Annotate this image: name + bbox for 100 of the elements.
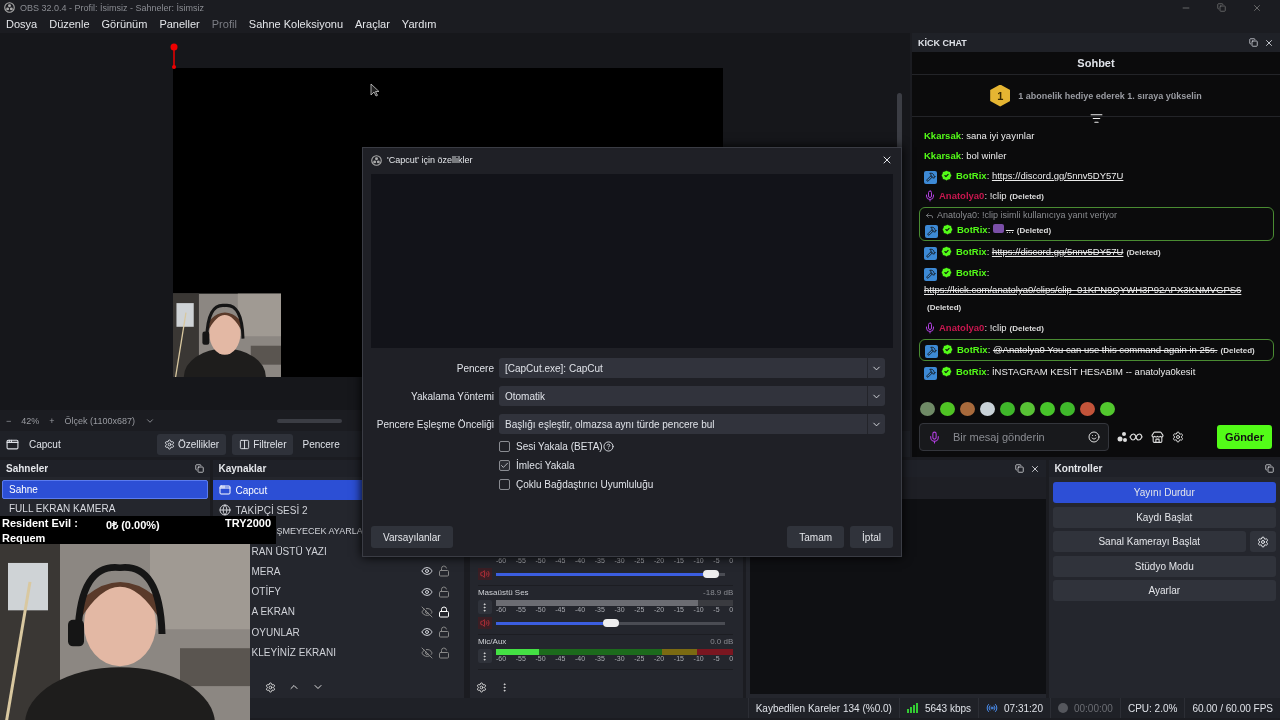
send-button[interactable]: Gönder — [1216, 425, 1272, 449]
emote-icon[interactable] — [1060, 402, 1075, 416]
close-icon[interactable] — [1264, 37, 1274, 48]
eye-icon[interactable] — [420, 626, 433, 639]
control-button[interactable]: Kaydı Başlat — [1052, 506, 1276, 528]
unlock-icon[interactable] — [437, 585, 450, 598]
chat-username[interactable]: BotRix — [956, 267, 987, 278]
checkbox[interactable] — [499, 479, 510, 490]
source-item[interactable]: A EKRAN — [249, 601, 464, 623]
control-button[interactable]: Sanal Kamerayı Başlat — [1052, 531, 1246, 552]
volume-slider[interactable] — [495, 621, 726, 625]
message-field[interactable]: Bir mesaj gönderin — [919, 423, 1109, 451]
dropdown[interactable]: Otomatik — [499, 386, 885, 406]
toolbar-button[interactable]: Pencere — [299, 433, 343, 455]
float-icon[interactable] — [1249, 38, 1258, 47]
chat-username[interactable]: BotRix — [956, 246, 987, 257]
dropdown[interactable]: [CapCut.exe]: CapCut — [499, 358, 885, 378]
control-button[interactable]: Ayarlar — [1052, 580, 1276, 601]
checkbox[interactable] — [499, 441, 510, 452]
scene-item[interactable]: FULL EKRAN KAMERA — [2, 499, 208, 518]
chat-username[interactable]: BotRix — [956, 366, 987, 377]
stream-time: 07:31:20 — [1004, 702, 1043, 714]
emote-icon[interactable] — [980, 402, 995, 416]
eye-off-icon[interactable] — [420, 646, 433, 659]
unlock-icon[interactable] — [437, 626, 450, 639]
unlock-icon[interactable] — [437, 565, 450, 578]
obs-logo-icon — [371, 154, 382, 166]
transform-handle[interactable] — [170, 43, 178, 70]
emote-icon[interactable] — [1040, 402, 1055, 416]
control-button[interactable]: Stüdyo Modu — [1052, 555, 1276, 577]
source-item[interactable]: OYUNLAR — [249, 622, 464, 643]
menu-item[interactable]: Düzenle — [49, 18, 90, 30]
source-item[interactable]: MERA — [249, 561, 464, 582]
chat-username[interactable]: BotRix — [957, 344, 988, 355]
close-icon[interactable] — [881, 154, 893, 166]
more-icon[interactable] — [477, 600, 492, 614]
toolbar-button[interactable]: Filtreler — [232, 433, 294, 455]
emoji-icon[interactable] — [1088, 431, 1100, 443]
menu-item[interactable]: Sahne Koleksiyonu — [248, 18, 343, 30]
menu-item[interactable]: Paneller — [159, 18, 200, 30]
settings-icon[interactable] — [475, 681, 487, 693]
source-item[interactable]: KLEYİNİZ EKRANI — [249, 642, 464, 663]
menu-item[interactable]: Yardım — [401, 18, 437, 30]
toolbar-button[interactable]: Özellikler — [157, 433, 227, 455]
settings-icon[interactable] — [1250, 531, 1276, 552]
eye-icon[interactable] — [420, 585, 433, 598]
store-icon[interactable] — [1151, 430, 1164, 444]
filter-icon — [239, 438, 251, 450]
message-text: @Anatolya0 You can use this command again in 25s. — [992, 344, 1218, 355]
chat-username[interactable]: Kkarsak — [924, 150, 961, 161]
chat-username[interactable]: BotRix — [956, 170, 987, 181]
menu-item[interactable]: Araçlar — [355, 18, 390, 30]
separator: : — [961, 130, 964, 141]
volume-slider[interactable] — [495, 572, 726, 576]
menu-item[interactable]: Görünüm — [101, 18, 148, 30]
menu-item[interactable]: Dosya — [6, 18, 38, 30]
slider-thumb[interactable] — [602, 618, 619, 627]
scrollbar[interactable] — [276, 418, 342, 423]
help-icon[interactable] — [602, 441, 614, 452]
control-button[interactable]: Yayını Durdur — [1052, 482, 1276, 503]
settings-icon[interactable] — [264, 681, 276, 693]
emote-icon[interactable] — [1100, 402, 1115, 416]
deleted-note: (Deleted) — [1009, 323, 1044, 335]
emote-icon[interactable] — [1020, 402, 1035, 416]
float-icon[interactable] — [194, 464, 204, 473]
unlock-icon[interactable] — [437, 646, 450, 659]
cancel-button[interactable]: İptal — [850, 526, 893, 548]
zoom-out-button[interactable]: − — [6, 415, 12, 426]
source-item[interactable]: OTİFY — [249, 581, 464, 602]
emote-icon[interactable] — [940, 402, 955, 416]
dropdown[interactable]: Başlığı eşleştir, olmazsa aynı türde pencere bul — [499, 414, 885, 434]
chat-link[interactable]: https://kick.com/anatolya0/clips/clip_01KPN9QYWH3P92APX3KNMVGPS6 — [924, 281, 1242, 298]
lock-icon[interactable] — [437, 605, 450, 618]
verified-badge-icon — [941, 223, 954, 236]
eye-icon[interactable] — [420, 565, 433, 578]
scene-item[interactable]: Sahne — [2, 480, 208, 499]
emote-icon[interactable] — [920, 402, 935, 416]
slider-thumb[interactable] — [702, 569, 719, 578]
float-icon[interactable] — [1014, 464, 1024, 473]
chat-username[interactable]: Kkarsak — [924, 130, 961, 141]
hammer-badge-icon — [925, 344, 938, 358]
broadcast-icon — [986, 702, 999, 714]
checkbox[interactable] — [499, 460, 510, 471]
settings-icon[interactable] — [1172, 431, 1184, 443]
more-icon[interactable] — [477, 649, 492, 663]
chat-username[interactable]: BotRix — [957, 224, 988, 235]
ok-button[interactable]: Tamam — [787, 526, 845, 548]
goal-text: 1 abonelik hediye ederek 1. sıraya yükselin — [1018, 90, 1202, 101]
microphone-icon[interactable] — [928, 430, 941, 444]
close-icon[interactable] — [1029, 463, 1040, 474]
chat-link[interactable]: https://discord.gg/5nnv5DY57U — [991, 167, 1124, 184]
share-icon[interactable] — [1117, 431, 1143, 443]
scroll-down-icon[interactable] — [1089, 111, 1103, 125]
zoom-in-button[interactable]: + — [49, 415, 55, 426]
eye-off-icon[interactable] — [420, 605, 433, 618]
defaults-button[interactable]: Varsayılanlar — [371, 526, 453, 548]
emote-icon[interactable] — [1000, 402, 1015, 416]
separator: : — [986, 170, 990, 181]
float-icon[interactable] — [1265, 464, 1274, 473]
chat-link[interactable]: https://discord.gg/5nnv5DY57U — [991, 243, 1124, 260]
